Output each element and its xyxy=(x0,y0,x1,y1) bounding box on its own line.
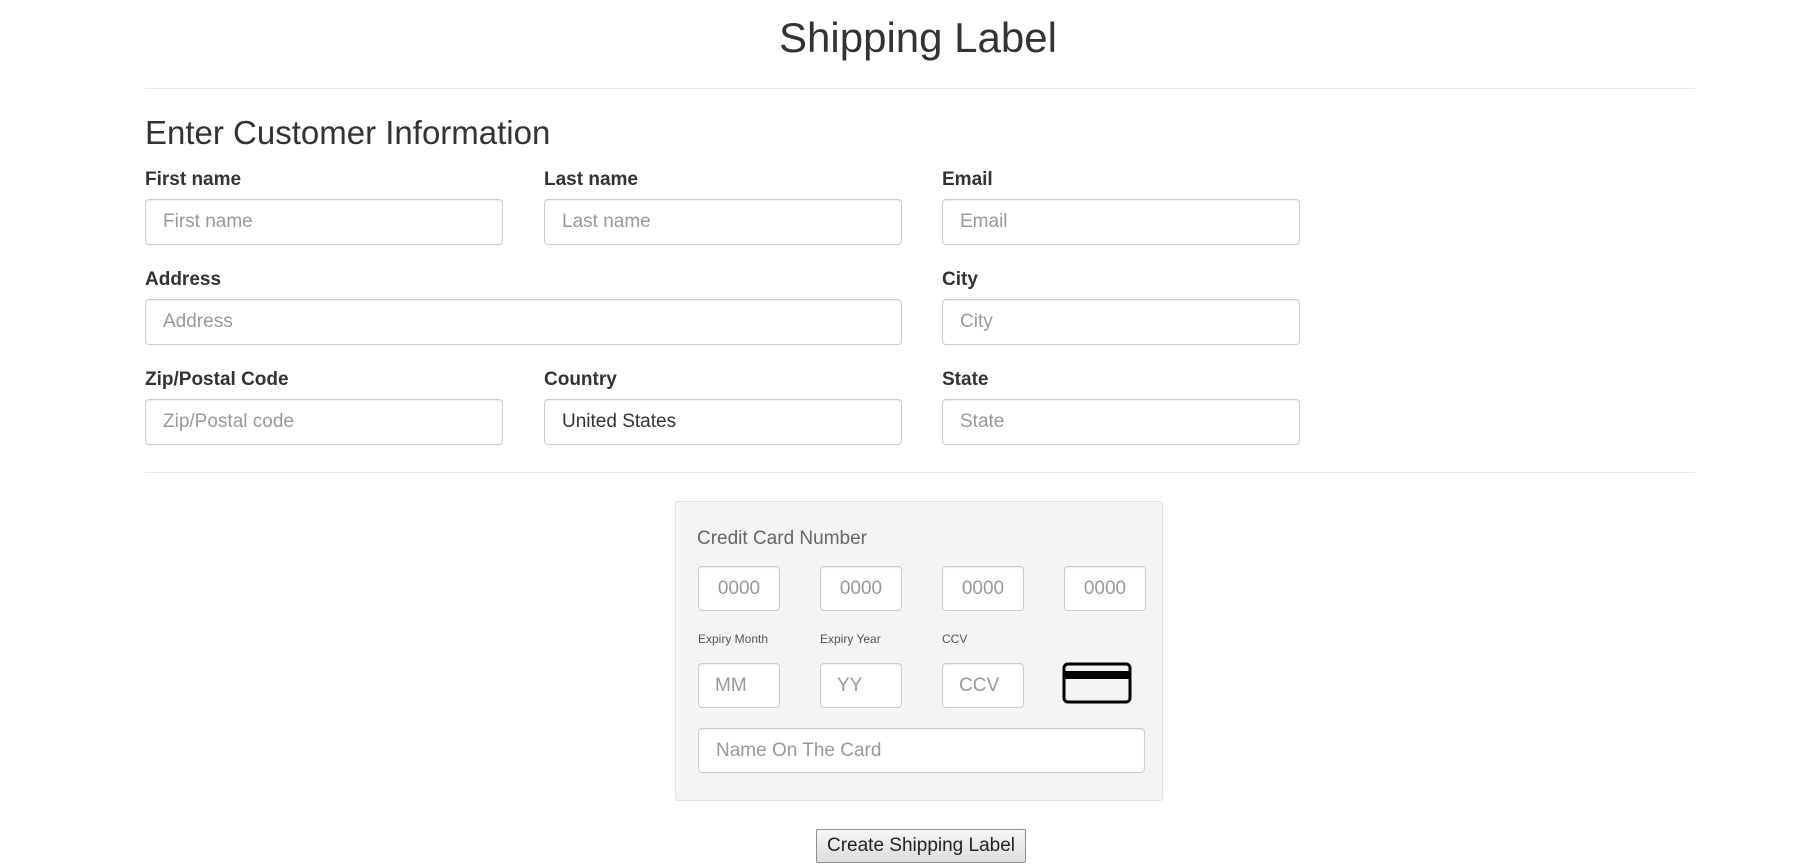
ccv-label: CCV xyxy=(942,632,968,646)
last-name-label: Last name xyxy=(544,169,638,190)
email-label: Email xyxy=(942,169,993,190)
card-number-group-4[interactable] xyxy=(1064,566,1146,611)
city-input[interactable] xyxy=(942,299,1300,345)
page-title: Shipping Label xyxy=(779,14,1057,61)
shipping-label-page: Shipping Label Enter Customer Informatio… xyxy=(0,0,1809,865)
credit-card-icon xyxy=(1062,662,1132,709)
customer-section-title: Enter Customer Information xyxy=(145,114,551,151)
city-label: City xyxy=(942,269,978,290)
zip-input[interactable] xyxy=(145,399,503,445)
credit-card-title: Credit Card Number xyxy=(697,528,867,549)
expiry-year-input[interactable] xyxy=(820,663,902,708)
divider-middle xyxy=(145,472,1695,473)
last-name-input[interactable] xyxy=(544,199,902,245)
address-label: Address xyxy=(145,269,222,290)
expiry-month-input[interactable] xyxy=(698,663,780,708)
zip-label: Zip/Postal Code xyxy=(145,369,289,390)
ccv-input[interactable] xyxy=(942,663,1024,708)
expiry-year-label: Expiry Year xyxy=(820,632,881,646)
first-name-input[interactable] xyxy=(145,199,503,245)
divider-top xyxy=(145,88,1695,89)
expiry-month-label: Expiry Month xyxy=(698,632,769,646)
first-name-label: First name xyxy=(145,169,242,190)
country-input[interactable] xyxy=(544,399,902,445)
card-number-group-2[interactable] xyxy=(820,566,902,611)
create-shipping-label-button[interactable]: Create Shipping Label xyxy=(816,829,1026,863)
state-label: State xyxy=(942,369,989,390)
state-input[interactable] xyxy=(942,399,1300,445)
name-on-card-input[interactable] xyxy=(698,728,1145,773)
address-input[interactable] xyxy=(145,299,902,345)
card-number-group-3[interactable] xyxy=(942,566,1024,611)
email-input[interactable] xyxy=(942,199,1300,245)
card-number-group-1[interactable] xyxy=(698,566,780,611)
country-label: Country xyxy=(544,369,617,390)
